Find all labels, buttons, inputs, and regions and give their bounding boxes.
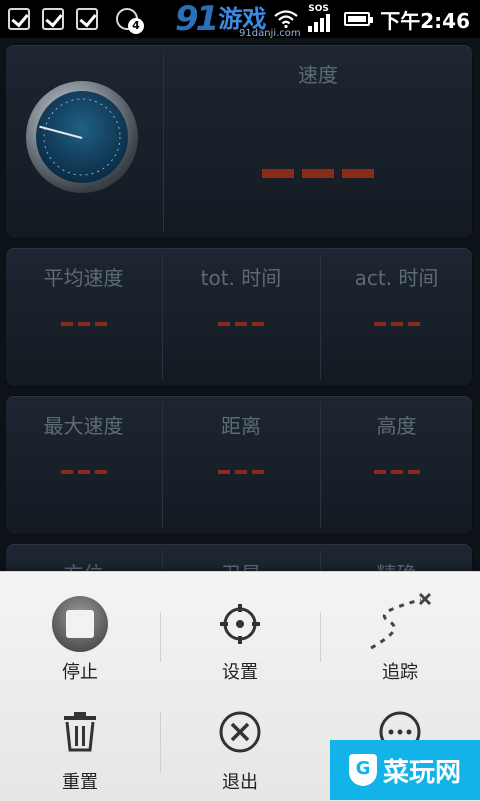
battery-icon (344, 12, 374, 26)
avg-speed-cell: 平均速度 (6, 248, 161, 386)
active-time-value (373, 322, 420, 326)
menu-track-label: 追踪 (382, 662, 418, 683)
footer-watermark-logo: 菜玩网 (330, 740, 480, 800)
distance-value (218, 470, 264, 474)
checkbox-notification-icon (8, 8, 30, 30)
menu-exit-button[interactable]: 退出 (160, 682, 320, 793)
exit-icon (219, 711, 261, 753)
shield-logo-icon (348, 754, 377, 786)
stats-row-1: 平均速度 tot. 时间 act. 时间 (6, 248, 472, 386)
active-time-label: act. 时间 (354, 266, 439, 290)
stop-icon (52, 596, 108, 652)
max-speed-value (60, 470, 107, 474)
altitude-cell: 高度 (321, 396, 472, 534)
menu-settings-button[interactable]: 设置 (160, 572, 320, 683)
active-time-cell: act. 时间 (321, 248, 472, 386)
menu-exit-label: 退出 (222, 772, 258, 793)
menu-reset-button[interactable]: 重置 (0, 682, 160, 793)
avg-speed-value (60, 322, 107, 326)
distance-cell: 距离 (163, 396, 319, 534)
status-bar: 4 91 游戏 91danji.com SOS 下午2:46 (0, 0, 480, 39)
total-time-value (218, 322, 264, 326)
trash-icon (64, 712, 96, 752)
total-time-label: tot. 时间 (200, 266, 282, 290)
chat-notification-icon: 4 (116, 8, 144, 34)
altitude-value (373, 470, 420, 474)
max-speed-label: 最大速度 (43, 414, 124, 438)
stats-row-2: 最大速度 距离 高度 (6, 396, 472, 534)
speed-label: 速度 (298, 63, 338, 87)
speedometer-gauge-icon (26, 81, 138, 193)
speed-value (262, 169, 374, 178)
menu-track-button[interactable]: 追踪 (320, 572, 480, 683)
footer-watermark-text: 菜玩网 (382, 757, 461, 788)
sos-label: SOS (308, 4, 329, 14)
distance-label: 距离 (221, 414, 261, 438)
speed-panel: 速度 (6, 45, 472, 238)
signal-icon: SOS (308, 4, 334, 32)
checkbox-notification-icon (76, 8, 98, 30)
checkbox-notification-icon (42, 8, 64, 30)
menu-stop-label: 停止 (62, 662, 98, 683)
settings-icon (220, 604, 260, 644)
clock: 下午2:46 (380, 8, 470, 33)
altitude-label: 高度 (376, 414, 417, 438)
menu-reset-label: 重置 (62, 772, 98, 793)
total-time-cell: tot. 时间 (163, 248, 319, 386)
avg-speed-label: 平均速度 (43, 266, 124, 290)
watermark-number: 91 (175, 0, 219, 39)
watermark-logo: 91 游戏 91danji.com (175, 0, 301, 39)
notification-badge: 4 (128, 18, 144, 34)
track-icon (370, 592, 432, 650)
menu-settings-label: 设置 (222, 662, 258, 683)
max-speed-cell: 最大速度 (6, 396, 161, 534)
wifi-icon (274, 10, 298, 28)
menu-stop-button[interactable]: 停止 (0, 572, 160, 683)
